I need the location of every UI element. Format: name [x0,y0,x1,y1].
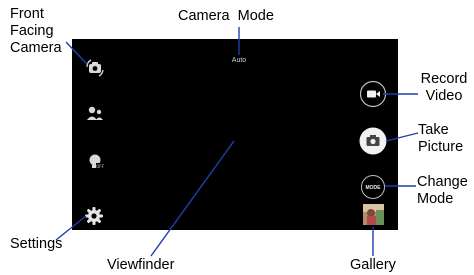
take-picture-label: Take Picture [418,122,463,156]
switch-camera-icon[interactable] [84,56,106,78]
camera-mode-indicator: Auto [231,57,247,64]
callout-line: Record [420,71,468,87]
camera-mode-label: Camera Mode [178,8,274,24]
record-video-button[interactable] [359,80,387,108]
callout-line: Mode [417,191,454,207]
front-facing-camera-label: Front Facing Camera [10,6,62,57]
callout-line: Front [10,6,44,22]
callout-line: Change [417,174,468,190]
callout-line: Facing [10,23,54,39]
record-video-label: Record Video [419,71,469,105]
hdr-off-icon[interactable]: OFF [84,151,106,173]
svg-text:OFF: OFF [96,164,104,169]
callout-line: Take [418,122,449,138]
viewfinder-label: Viewfinder [107,257,175,273]
viewfinder[interactable] [72,39,398,230]
settings-label: Settings [10,236,63,252]
gallery-label: Gallery [350,257,396,273]
gallery-thumbnail[interactable] [363,204,384,225]
callout-line: Video [425,88,463,104]
callout-line: Camera [10,40,62,56]
face-detection-icon[interactable] [84,103,106,125]
change-mode-label: Change Mode [417,174,468,208]
callout-line: Picture [418,139,464,155]
take-picture-button[interactable] [358,126,388,156]
mode-button-label: MODE [365,185,381,191]
change-mode-button[interactable]: MODE [361,175,385,199]
gear-icon[interactable] [84,206,104,226]
